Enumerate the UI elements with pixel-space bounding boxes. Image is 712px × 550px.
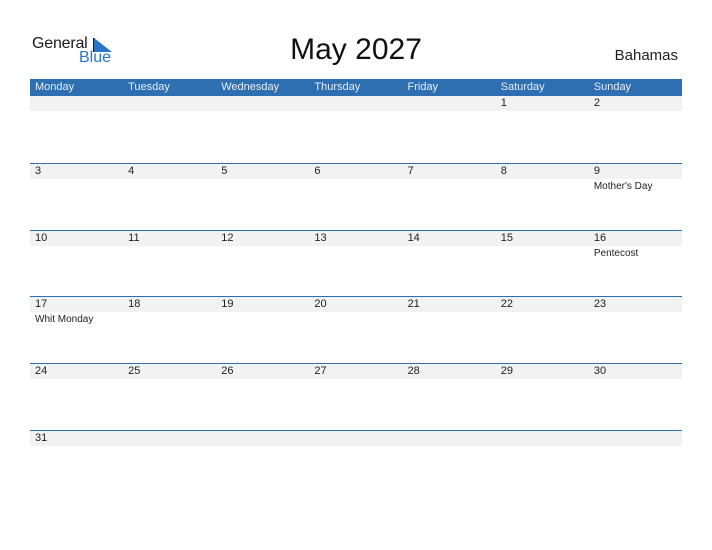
day-cell [123,431,216,498]
day-number: 7 [407,165,414,177]
day-cell: 14 [403,231,496,298]
weekday-monday: Monday [35,81,75,93]
week-row: 31 [30,430,682,498]
day-number: 8 [500,165,507,177]
page-title: May 2027 [290,33,422,66]
day-cell: 1 [496,96,589,163]
day-cell: 21 [403,297,496,364]
day-cell: 10 [30,231,123,298]
day-cell: 8 [496,164,589,231]
country-label: Bahamas [614,47,678,64]
day-number: 4 [128,165,135,177]
day-cell [309,431,402,498]
weekday-thursday: Thursday [314,81,361,93]
day-cell: 6 [309,164,402,231]
day-number: 2 [593,97,600,109]
day-cell [589,431,682,498]
day-number: 11 [128,232,140,244]
day-number: 27 [314,365,327,377]
day-number: 24 [35,365,48,377]
day-number: 18 [128,298,141,310]
day-cell [123,96,216,163]
day-cell [496,431,589,498]
weekday-wednesday: Wednesday [221,81,280,93]
day-number: 10 [35,232,48,244]
day-cell: 23 [589,297,682,364]
day-number: 19 [221,298,234,310]
day-cell: 17 Whit Monday [30,297,123,364]
day-number: 9 [593,165,600,177]
day-number: 14 [407,232,420,244]
day-number: 23 [593,298,607,310]
day-number: 21 [407,298,420,310]
day-cell: 19 [216,297,309,364]
weekday-tuesday: Tuesday [128,81,170,93]
weekday-sunday: Sunday [593,81,632,93]
week-row: 17 Whit Monday 18 19 20 21 22 23 [30,296,682,364]
day-number: 1 [500,97,507,109]
week-row: 12 [30,96,682,163]
day-number: 5 [221,165,228,177]
day-number: 6 [314,165,321,177]
day-cell: 7 [403,164,496,231]
day-number: 28 [407,365,420,377]
day-cell: 12 [216,231,309,298]
day-cell: 13 [309,231,402,298]
day-cell [403,431,496,498]
day-number: 30 [593,365,607,377]
weekday-saturday: Saturday [500,81,545,93]
day-cell: 18 [123,297,216,364]
day-number: 29 [500,365,513,377]
week-row: 3 4 5 6 7 8 9 Mother's Day [30,163,682,231]
holiday-label: Mother's Day [593,181,653,192]
day-cell: 15 [496,231,589,298]
day-cell: 22 [496,297,589,364]
day-cell: 4 [123,164,216,231]
day-number: 25 [128,365,141,377]
weekday-header: Monday Tuesday Wednesday Thursday Friday… [30,79,682,96]
holiday-label: Pentecost [593,248,639,259]
day-cell [309,96,402,163]
day-number: 17 [35,298,48,310]
day-cell: 30 [589,364,682,431]
day-cell: 29 [496,364,589,431]
day-cell [30,96,123,163]
weekday-friday: Friday [407,81,439,93]
day-number: 13 [314,232,327,244]
day-number: 15 [500,232,513,244]
holiday-label: Whit Monday [35,314,94,325]
day-cell: 11 [123,231,216,298]
day-cell: 9 Mother's Day [589,164,682,231]
day-cell: 28 [403,364,496,431]
day-number: 3 [35,165,42,177]
day-cell: 3 [30,164,123,231]
day-number: 26 [221,365,234,377]
day-cell [216,431,309,498]
day-cell: 26 [216,364,309,431]
day-number: 12 [221,232,234,244]
day-cell: 20 [309,297,402,364]
day-cell [403,96,496,163]
day-number: 20 [314,298,327,310]
week-row: 24 25 26 27 28 29 30 [30,363,682,431]
day-cell: 16 Pentecost [589,231,682,298]
day-cell: 27 [309,364,402,431]
day-cell: 25 [123,364,216,431]
day-cell: 24 [30,364,123,431]
week-row: 10 11 12 13 14 15 16 Pentecost [30,230,682,298]
day-cell [216,96,309,163]
day-cell: 31 [30,431,123,498]
day-cell: 5 [216,164,309,231]
day-number: 16 [593,232,607,244]
day-cell: 2 [589,96,682,163]
day-number: 22 [500,298,513,310]
day-number: 31 [35,432,48,444]
